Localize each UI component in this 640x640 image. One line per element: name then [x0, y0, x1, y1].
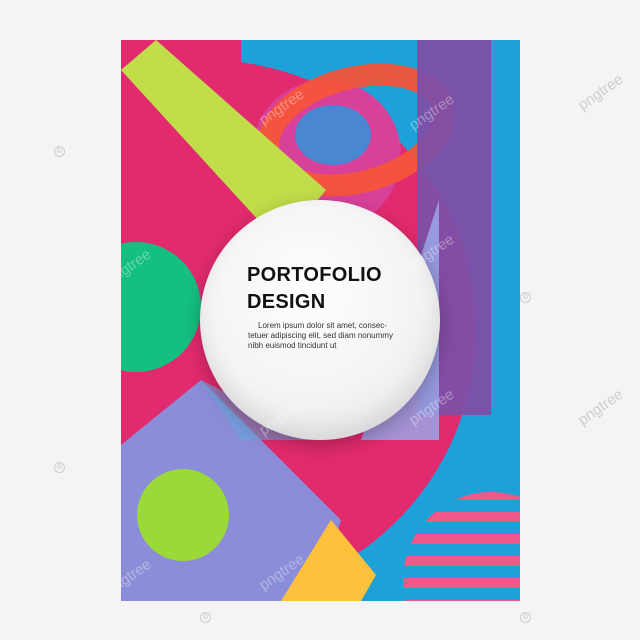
watermark-text: pngtree	[575, 385, 627, 429]
copyright-icon: ©	[520, 292, 531, 303]
canvas: PORTOFOLIO DESIGN Lorem ipsum dolor sit …	[0, 0, 640, 640]
poster-title: PORTOFOLIO DESIGN	[247, 262, 407, 316]
blue-lens-shape	[295, 105, 371, 165]
body-line-1: Lorem ipsum dolor sit amet, consec-	[258, 321, 387, 330]
copyright-icon: ©	[200, 612, 211, 623]
center-circle	[200, 200, 440, 440]
title-line-1: PORTOFOLIO	[247, 264, 382, 286]
copyright-icon: ©	[54, 146, 65, 157]
body-line-3: nibh euismod tincidunt ut	[248, 341, 337, 350]
copyright-icon: ©	[54, 462, 65, 473]
body-line-2: tetuer adipiscing elit, sed diam nonummy	[248, 331, 393, 340]
poster: PORTOFOLIO DESIGN Lorem ipsum dolor sit …	[121, 40, 520, 601]
poster-body-text: Lorem ipsum dolor sit amet, consec- tetu…	[248, 321, 408, 351]
watermark-text: pngtree	[575, 70, 627, 114]
lime-circle-shape	[137, 469, 229, 561]
copyright-icon: ©	[520, 612, 531, 623]
title-line-2: DESIGN	[247, 291, 326, 313]
